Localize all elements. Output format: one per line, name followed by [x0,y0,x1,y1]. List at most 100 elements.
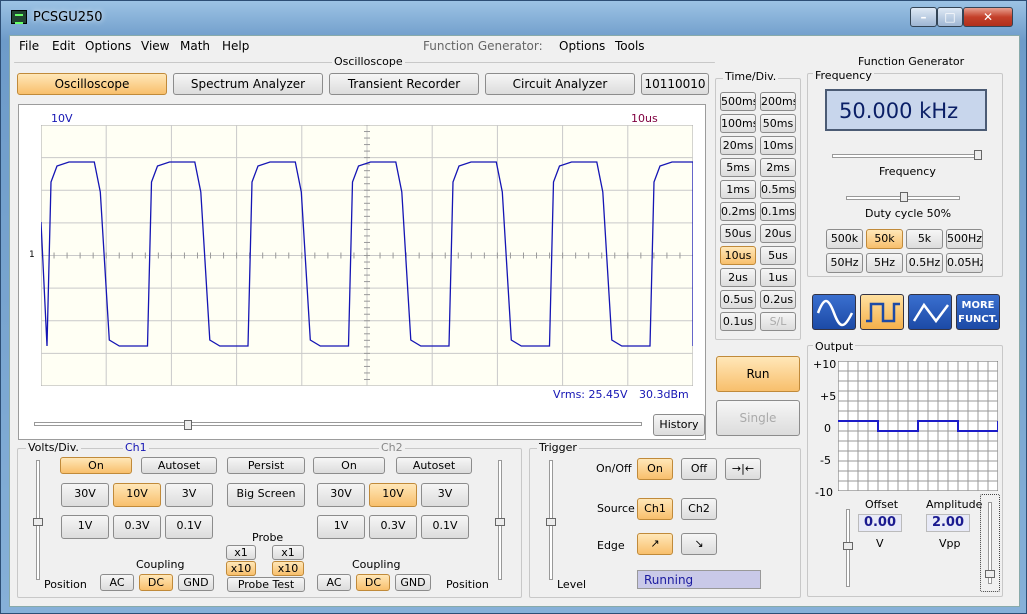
amplitude-value[interactable]: 2.00 [926,514,970,532]
tab-10110010[interactable]: 10110010 [641,73,709,95]
menu-file[interactable]: File [19,39,39,53]
ch2-probe-x1-button[interactable]: x1 [272,545,304,560]
tab-spectrum-analyzer[interactable]: Spectrum Analyzer [173,73,323,95]
offset-value[interactable]: 0.00 [858,514,902,532]
probe-test-button[interactable]: Probe Test [227,577,305,592]
offset-knob[interactable] [843,542,853,550]
single-button[interactable]: Single [716,400,800,436]
timediv-20ms-button[interactable]: 20ms [720,136,756,155]
history-button[interactable]: History [653,414,705,436]
fg-range-5hz-button[interactable]: 5Hz [866,253,903,273]
ch1-30v-button[interactable]: 30V [61,483,109,507]
timediv-0.1us-button[interactable]: 0.1us [720,312,756,331]
fg-range-0.05hz-button[interactable]: 0.05Hz [946,253,983,273]
ch2-10v-button[interactable]: 10V [369,483,417,507]
ch1-1v-button[interactable]: 1V [61,515,109,539]
ch1-on-button[interactable]: On [60,457,132,474]
menu-options[interactable]: Options [85,39,131,53]
timediv-2ms-button[interactable]: 2ms [760,158,796,177]
scope-display[interactable]: 10V 10us 1 Vrms: 25.45V 30.3dBm [18,104,706,440]
timediv-1us-button[interactable]: 1us [760,268,796,287]
ch2-probe-x10-button[interactable]: x10 [272,561,304,576]
fg-range-500hz-button[interactable]: 500Hz [946,229,983,249]
trigger-on-button[interactable]: On [637,458,673,480]
timediv-5us-button[interactable]: 5us [760,246,796,265]
ch1-probe-x10-button[interactable]: x10 [226,561,256,576]
timediv-s-l-button[interactable]: S/L [760,312,796,331]
square-wave-icon[interactable] [860,294,904,330]
ch1-position-knob[interactable] [33,518,43,526]
minimize-button[interactable]: – [910,7,937,27]
ch1-dc-button[interactable]: DC [139,574,173,591]
timediv-100ms-button[interactable]: 100ms [720,114,756,133]
ch2-ac-button[interactable]: AC [317,574,351,591]
timediv-200ms-button[interactable]: 200ms [760,92,796,111]
ch2-0.3v-button[interactable]: 0.3V [369,515,417,539]
timediv-5ms-button[interactable]: 5ms [720,158,756,177]
menu-view[interactable]: View [141,39,169,53]
ch1-3v-button[interactable]: 3V [165,483,213,507]
amplitude-knob[interactable] [985,570,995,578]
fg-range-500k-button[interactable]: 500k [826,229,863,249]
menu-fg-tools[interactable]: Tools [615,39,645,53]
timediv-0.2us-button[interactable]: 0.2us [760,290,796,309]
triangle-wave-icon[interactable] [908,294,952,330]
trigger-source-ch2-button[interactable]: Ch2 [681,498,717,520]
timediv-0.2ms-button[interactable]: 0.2ms [720,202,756,221]
ch2-gnd-button[interactable]: GND [395,574,431,591]
tab-circuit-analyzer[interactable]: Circuit Analyzer [485,73,635,95]
more-functions-button[interactable]: MORE FUNCT. [956,294,1000,330]
timediv-20us-button[interactable]: 20us [760,224,796,243]
fg-range-5k-button[interactable]: 5k [906,229,943,249]
ch1-10v-button[interactable]: 10V [113,483,161,507]
frequency-slider[interactable] [832,154,980,158]
rising-edge-icon[interactable]: ↗ [637,533,673,555]
menu-math[interactable]: Math [180,39,210,53]
tab-transient-recorder[interactable]: Transient Recorder [329,73,479,95]
ch1-probe-x1-button[interactable]: x1 [226,545,256,560]
timediv-50us-button[interactable]: 50us [720,224,756,243]
ch2-1v-button[interactable]: 1V [317,515,365,539]
fg-range-50k-button[interactable]: 50k [866,229,903,249]
ch2-30v-button[interactable]: 30V [317,483,365,507]
ch2-0.1v-button[interactable]: 0.1V [421,515,469,539]
timediv-2us-button[interactable]: 2us [720,268,756,287]
timediv-10us-button[interactable]: 10us [720,246,756,265]
ch1-gnd-button[interactable]: GND [178,574,214,591]
maximize-button[interactable]: □ [937,7,963,27]
ch1-ac-button[interactable]: AC [100,574,134,591]
ch2-dc-button[interactable]: DC [356,574,390,591]
tab-oscilloscope[interactable]: Oscilloscope [17,73,167,95]
fg-range-0.5hz-button[interactable]: 0.5Hz [906,253,943,273]
timediv-0.5ms-button[interactable]: 0.5ms [760,180,796,199]
fg-range-50hz-button[interactable]: 50Hz [826,253,863,273]
ch1-0.3v-button[interactable]: 0.3V [113,515,161,539]
ch1-0.1v-button[interactable]: 0.1V [165,515,213,539]
trigger-source-ch1-button[interactable]: Ch1 [637,498,673,520]
sine-wave-icon[interactable] [812,294,856,330]
big-screen-button[interactable]: Big Screen [227,483,305,507]
duty-cycle-knob[interactable] [900,192,908,202]
ch2-autoset-button[interactable]: Autoset [396,457,472,474]
falling-edge-icon[interactable]: ↘ [681,533,717,555]
ch1-autoset-button[interactable]: Autoset [141,457,217,474]
ch2-position-knob[interactable] [495,518,505,526]
ch2-on-button[interactable]: On [313,457,385,474]
menu-help[interactable]: Help [222,39,249,53]
timediv-1ms-button[interactable]: 1ms [720,180,756,199]
timediv-0.1ms-button[interactable]: 0.1ms [760,202,796,221]
history-slider-knob[interactable] [184,420,192,430]
trigger-center-icon[interactable]: →|← [725,458,761,480]
ch2-3v-button[interactable]: 3V [421,483,469,507]
menu-fg-options[interactable]: Options [559,39,605,53]
run-button[interactable]: Run [716,356,800,392]
timediv-10ms-button[interactable]: 10ms [760,136,796,155]
timediv-0.5us-button[interactable]: 0.5us [720,290,756,309]
timediv-50ms-button[interactable]: 50ms [760,114,796,133]
trigger-off-button[interactable]: Off [681,458,717,480]
trigger-level-knob[interactable] [546,518,556,526]
history-slider[interactable] [34,422,642,426]
persist-button[interactable]: Persist [227,457,305,474]
timediv-500ms-button[interactable]: 500ms [720,92,756,111]
close-button[interactable]: ✕ [963,7,1013,27]
